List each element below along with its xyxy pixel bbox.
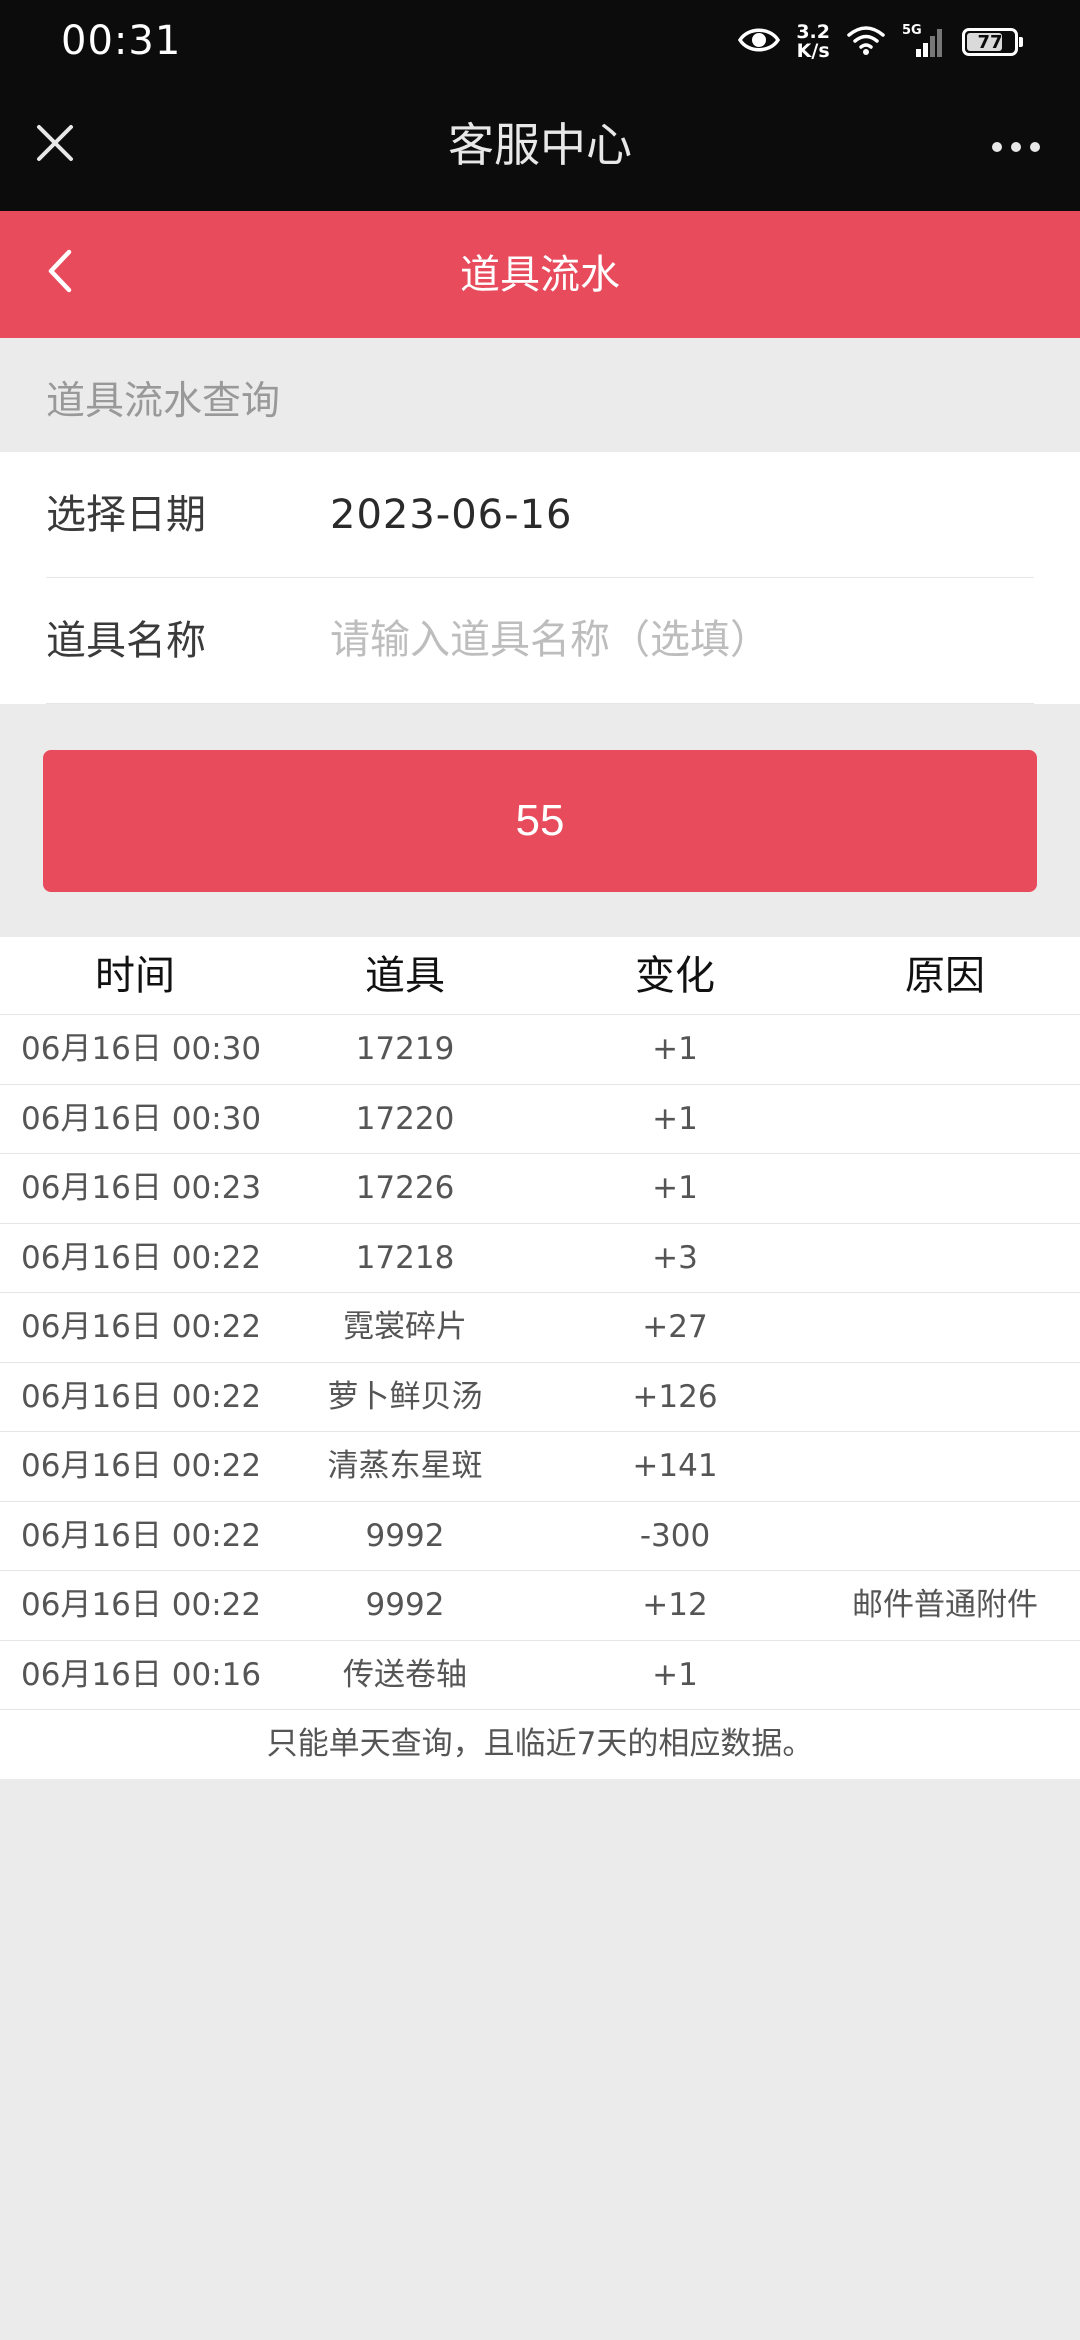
cell-time: 06月16日 00:22: [21, 1378, 262, 1415]
cell-item: 9992: [365, 1517, 445, 1554]
cell-signal-icon: 5G: [902, 23, 946, 59]
header-item: 道具: [365, 953, 445, 999]
cell-item: 17220: [355, 1100, 455, 1137]
table-row: 06月16日 00:16 传送卷轴 +1: [0, 1641, 1080, 1710]
cell-time: 06月16日 00:22: [21, 1517, 262, 1554]
item-name-input[interactable]: [330, 608, 1030, 672]
cell-reason: [810, 1432, 1080, 1501]
header-reason: 原因: [905, 953, 985, 999]
table-row: 06月16日 00:22 17218 +3: [0, 1224, 1080, 1293]
cell-reason: [810, 1224, 1080, 1293]
cell-item: 萝卜鲜贝汤: [327, 1378, 483, 1415]
cell-time: 06月16日 00:16: [21, 1656, 262, 1693]
table-header: 时间 道具 变化 原因: [0, 937, 1080, 1015]
more-dots-icon-dot: [1030, 142, 1040, 152]
table-row: 06月16日 00:22 9992 +12 邮件普通附件: [0, 1571, 1080, 1641]
cell-item: 17219: [355, 1031, 455, 1067]
cell-reason: [810, 1154, 1080, 1223]
cell-item: 清蒸东星斑: [327, 1448, 483, 1484]
more-dots-icon-dot: [1011, 142, 1021, 152]
cell-item: 霓裳碎片: [343, 1309, 467, 1345]
eye-icon: [738, 25, 781, 59]
table-row: 06月16日 00:30 17220 +1: [0, 1085, 1080, 1154]
cell-change: +1: [652, 1100, 698, 1137]
section-label: 道具流水查询: [46, 379, 281, 424]
battery-cap: [1019, 37, 1023, 47]
battery-level: 77: [977, 31, 1003, 53]
cell-time: 06月16日 00:22: [21, 1587, 262, 1623]
header-change: 变化: [635, 953, 715, 999]
table-row: 06月16日 00:22 萝卜鲜贝汤 +126: [0, 1363, 1080, 1432]
net-speed: 3.2 K/s: [796, 23, 830, 61]
header-title: 道具流水: [460, 252, 620, 298]
net-speed-unit: K/s: [796, 40, 830, 62]
cell-change: +1: [652, 1656, 698, 1693]
item-label: 道具名称: [46, 618, 206, 664]
cell-time: 06月16日 00:23: [21, 1170, 262, 1206]
page-title: 客服中心: [448, 118, 632, 172]
cell-reason: [810, 1641, 1080, 1710]
table-row: 06月16日 00:22 霓裳碎片 +27: [0, 1293, 1080, 1363]
table-row: 06月16日 00:23 17226 +1: [0, 1154, 1080, 1224]
table-note: 只能单天查询，且临近7天的相应数据。: [266, 1726, 814, 1762]
cell-change: +12: [642, 1587, 708, 1623]
cell-item: 17226: [355, 1170, 455, 1206]
date-row[interactable]: 选择日期 2023-06-16: [46, 452, 1034, 578]
cell-item: 传送卷轴: [343, 1656, 467, 1693]
cell-item: 17218: [355, 1239, 455, 1276]
query-button[interactable]: 55: [43, 750, 1037, 892]
table-row: 06月16日 00:30 17219 +1: [0, 1015, 1080, 1085]
cell-time: 06月16日 00:22: [21, 1239, 262, 1276]
cell-change: +3: [652, 1239, 698, 1276]
cell-reason: [810, 1363, 1080, 1432]
cell-change: +126: [632, 1378, 718, 1415]
cell-time: 06月16日 00:22: [21, 1309, 262, 1345]
cell-reason: [810, 1085, 1080, 1154]
cell-reason: [810, 1293, 1080, 1362]
cell-change: -300: [639, 1517, 711, 1554]
date-label: 选择日期: [46, 492, 206, 538]
more-dots-icon-dot: [992, 142, 1002, 152]
header-time: 时间: [95, 953, 175, 999]
cell-change: +1: [652, 1170, 698, 1206]
cell-time: 06月16日 00:30: [21, 1031, 262, 1067]
battery-icon: 77: [962, 28, 1023, 56]
cell-reason: 邮件普通附件: [852, 1587, 1038, 1623]
status-bar: 00:31 3.2 K/s 5G 77: [0, 0, 1080, 84]
table-row: 06月16日 00:22 清蒸东星斑 +141: [0, 1432, 1080, 1502]
cell-change: +27: [642, 1309, 708, 1345]
cell-reason: [810, 1502, 1080, 1571]
cell-change: +1: [652, 1031, 698, 1067]
record-table: 时间 道具 变化 原因 06月16日 00:30 17219 +1 06月16日…: [0, 937, 1080, 1779]
app-header: 道具流水: [0, 211, 1080, 338]
cell-time: 06月16日 00:22: [21, 1448, 262, 1484]
query-form: 选择日期 2023-06-16 道具名称: [0, 452, 1080, 704]
table-row: 06月16日 00:22 9992 -300: [0, 1502, 1080, 1571]
cell-item: 9992: [365, 1587, 445, 1623]
item-row: 道具名称: [46, 578, 1034, 704]
cell-change: +141: [632, 1448, 718, 1484]
cell-reason: [810, 1015, 1080, 1084]
cell-time: 06月16日 00:30: [21, 1100, 262, 1137]
date-value[interactable]: 2023-06-16: [330, 487, 572, 543]
more-button[interactable]: [984, 124, 1048, 170]
status-icons: 3.2 K/s 5G 77: [738, 18, 1023, 66]
title-bar: 客服中心: [0, 84, 1080, 211]
status-time: 00:31: [61, 18, 182, 64]
wifi-icon: [846, 24, 886, 60]
